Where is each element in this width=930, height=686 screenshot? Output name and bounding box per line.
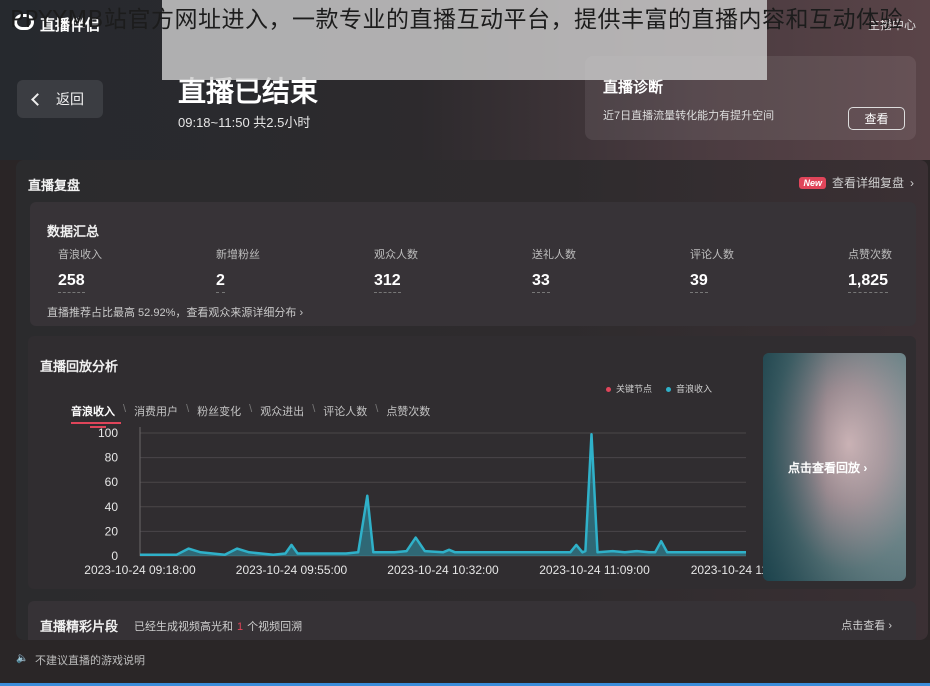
summary-title: 数据汇总 — [47, 224, 100, 239]
diagnosis-view-button[interactable]: 查看 — [848, 107, 905, 130]
metric-value: 39 — [690, 272, 708, 293]
metric-label: 观众人数 — [374, 249, 418, 261]
income-area-chart[interactable]: 0 20 40 60 80 100 2023-10-24 09:18:00 2023-10-2… — [28, 336, 763, 589]
live-duration: 09:18~11:50 共2.5小时 — [178, 115, 311, 130]
metric-likes[interactable]: 点赞次数 1,825 — [848, 246, 892, 293]
highlights-desc: 已经生成视频高光和 1 个视频回溯 — [134, 621, 303, 633]
x-tick-label: 2023-10-24 09:55:00 — [236, 563, 348, 577]
y-tick-label: 100 — [98, 426, 118, 440]
chevron-right-icon: › — [910, 175, 914, 190]
game-notice-link[interactable]: 不建议直播的游戏说明 — [35, 652, 145, 668]
back-button[interactable]: 返回 — [17, 80, 103, 118]
metric-label: 评论人数 — [690, 249, 734, 261]
metric-label: 音浪收入 — [58, 249, 102, 261]
highlights-title: 直播精彩片段 — [40, 619, 119, 634]
metric-value: 2 — [216, 272, 225, 293]
highlights-card: 直播精彩片段 已经生成视频高光和 1 个视频回溯 点击查看 › — [28, 601, 916, 640]
review-panel: 直播复盘 New 查看详细复盘 › 数据汇总 音浪收入 258 新增粉丝 2 观… — [16, 160, 928, 640]
app-logo-icon — [14, 14, 34, 30]
back-label: 返回 — [56, 91, 84, 107]
play-replay-label: 点击查看回放 › — [788, 461, 868, 475]
metric-gifters[interactable]: 送礼人数 33 — [532, 246, 576, 293]
metric-label: 送礼人数 — [532, 249, 576, 261]
metric-value: 33 — [532, 272, 550, 293]
app-name: 直播伴侣 — [40, 17, 101, 34]
x-tick-label: 2023-10-24 10:32:00 — [387, 563, 499, 577]
metric-viewers[interactable]: 观众人数 312 — [374, 246, 418, 293]
series-area-income — [140, 434, 746, 556]
review-title: 直播复盘 — [28, 178, 81, 193]
metric-value: 1,825 — [848, 272, 889, 293]
metric-gift-income[interactable]: 音浪收入 258 — [58, 246, 102, 293]
highlights-count: 1 — [237, 621, 244, 633]
y-tick-label: 80 — [105, 451, 119, 465]
y-tick-label: 60 — [105, 475, 119, 489]
x-tick-label: 2023-10-24 11:46:00 — [691, 563, 763, 577]
metric-commenters[interactable]: 评论人数 39 — [690, 246, 734, 293]
x-tick-label: 2023-10-24 11:09:00 — [539, 563, 650, 577]
page-title: 直播已结束 — [178, 76, 319, 107]
y-tick-label: 20 — [105, 524, 119, 538]
footer-bar: 🔈 不建议直播的游戏说明 — [0, 640, 930, 686]
audience-source-text: 直播推荐占比最高 52.92%，查看观众来源详细分布 — [47, 307, 297, 319]
metric-label: 新增粉丝 — [216, 249, 260, 261]
detailed-review-label: 查看详细复盘 — [831, 176, 904, 190]
chevron-left-icon — [31, 92, 44, 106]
data-summary-card: 数据汇总 音浪收入 258 新增粉丝 2 观众人数 312 送礼人数 33 评论… — [30, 202, 916, 326]
new-badge: New — [799, 176, 826, 189]
diagnosis-desc: 近7日直播流量转化能力有提升空间 — [603, 110, 775, 122]
anchor-center-link[interactable]: 主播中心 — [868, 16, 916, 33]
series-line-income — [140, 432, 746, 557]
chevron-right-icon: › — [299, 307, 304, 319]
speaker-icon: 🔈 — [16, 653, 29, 664]
detailed-review-link[interactable]: New 查看详细复盘 › — [799, 174, 914, 191]
replay-analysis-card: 直播回放分析 关键节点 音浪收入 音浪收入 \ 消费用户 \ 粉丝变化 \ 观众进出 \… — [28, 336, 916, 589]
diagnosis-card: 直播诊断 近7日直播流量转化能力有提升空间 查看 — [585, 56, 916, 140]
audience-source-link[interactable]: 直播推荐占比最高 52.92%，查看观众来源详细分布 › — [47, 304, 303, 320]
metric-label: 点赞次数 — [848, 249, 892, 261]
metric-value: 258 — [58, 272, 85, 293]
replay-preview-thumbnail[interactable]: 点击查看回放 › — [763, 353, 906, 581]
diagnosis-title: 直播诊断 — [603, 79, 664, 96]
x-tick-label: 2023-10-24 09:18:00 — [84, 563, 196, 577]
app-bar: 直播伴侣 主播中心 — [0, 0, 930, 46]
y-tick-label: 40 — [105, 500, 119, 514]
metric-new-fans[interactable]: 新增粉丝 2 — [216, 246, 260, 293]
view-highlights-link[interactable]: 点击查看 › — [841, 617, 892, 633]
y-tick-label: 0 — [111, 549, 118, 563]
metric-value: 312 — [374, 272, 401, 293]
